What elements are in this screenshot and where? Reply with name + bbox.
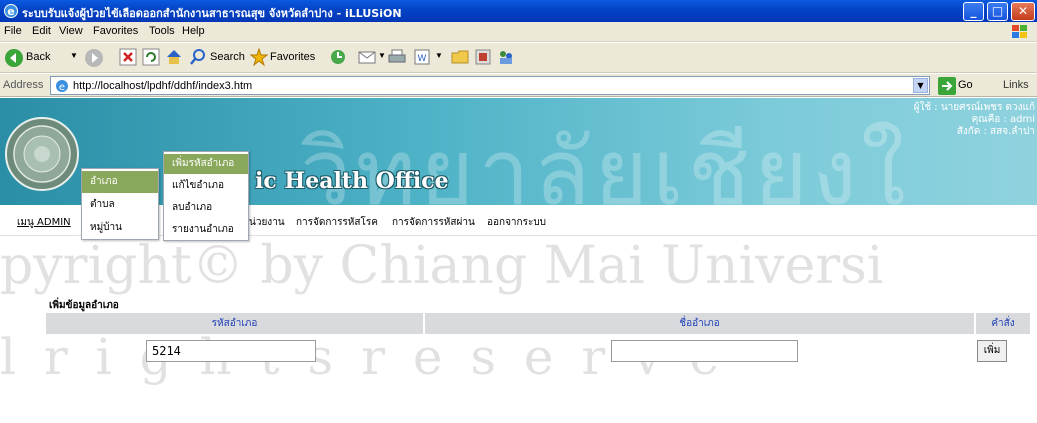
forward-arrow-icon <box>85 49 103 67</box>
edit-button[interactable]: W ▼ <box>413 47 445 69</box>
menu-item-edit-district[interactable]: แก้ไขอำเภอ <box>164 175 248 197</box>
user-department: สังกัด : สสจ.ลำปา <box>956 126 1035 137</box>
search-label: Search <box>210 51 245 63</box>
research-button[interactable] <box>474 47 494 69</box>
go-arrow-icon <box>938 77 956 95</box>
mail-button[interactable]: ▼ <box>358 47 388 69</box>
favorites-label: Favorites <box>270 51 316 63</box>
print-icon <box>388 49 406 63</box>
mail-icon <box>358 51 376 64</box>
maximize-button[interactable]: □ <box>987 2 1008 21</box>
edit-document-icon: W <box>414 49 430 65</box>
back-button[interactable]: Back <box>4 47 64 69</box>
menu-tools[interactable]: Tools <box>149 25 175 37</box>
menu-bar: File Edit View Favorites Tools Help <box>0 22 1037 42</box>
research-icon <box>475 49 491 65</box>
go-label: Go <box>958 79 973 91</box>
district-submenu: เพิ่มรหัสอำเภอ แก้ไขอำเภอ ลบอำเภอ รายงาน… <box>163 151 249 241</box>
minimize-icon: _ <box>970 4 977 18</box>
stop-icon <box>119 48 137 66</box>
close-icon: ✕ <box>1017 4 1029 18</box>
back-label: Back <box>26 51 51 63</box>
minimize-button[interactable]: _ <box>963 2 984 21</box>
address-label: Address <box>3 79 44 91</box>
menu-edit[interactable]: Edit <box>32 25 51 37</box>
links-button[interactable]: Links <box>1003 79 1029 91</box>
header-district-name: ชื่ออำเภอ <box>425 313 975 334</box>
forward-button[interactable] <box>84 47 104 69</box>
refresh-button[interactable] <box>142 47 162 69</box>
window-title-bar: e ระบบรับแจ้งผู้ป่วยไข้เลือดออกสำนักงานส… <box>0 0 1037 22</box>
nav-admin-menu[interactable]: เมนู ADMIN <box>17 215 71 230</box>
nav-item-logout[interactable]: ออกจากระบบ <box>487 215 546 230</box>
nav-item-agency[interactable]: น่วยงาน <box>249 215 285 230</box>
office-title: ic Health Office <box>255 168 449 194</box>
page-icon: e <box>56 80 68 93</box>
history-icon <box>331 50 345 64</box>
print-button[interactable] <box>388 47 408 69</box>
address-url: http://localhost/lpdhf/ddhf/index3.htm <box>73 80 253 92</box>
nav-item-disease-codes[interactable]: การจัดการรหัสโรค <box>296 215 378 230</box>
windows-logo-icon <box>1012 25 1027 38</box>
browser-toolbar: Back ▼ Search Favorites ▼ W ▼ <box>0 43 1037 73</box>
back-arrow-icon <box>5 49 23 67</box>
favorites-button[interactable]: Favorites <box>250 47 322 69</box>
close-button[interactable]: ✕ <box>1011 2 1035 21</box>
messenger-button[interactable] <box>497 47 517 69</box>
add-button[interactable]: เพิ่ม <box>977 340 1007 362</box>
address-dropdown-icon[interactable]: ▼ <box>913 78 928 93</box>
office-seal-logo <box>5 117 79 191</box>
window-title: ระบบรับแจ้งผู้ป่วยไข้เลือดออกสำนักงานสาธ… <box>22 7 402 20</box>
section-title: เพิ่มข้อมูลอำเภอ <box>49 300 119 311</box>
back-dropdown[interactable]: ▼ <box>70 47 78 69</box>
home-icon <box>167 50 181 64</box>
nav-item-passwords[interactable]: การจัดการรหัสผ่าน <box>392 215 475 230</box>
header-district-code: รหัสอำเภอ <box>46 313 424 334</box>
home-button[interactable] <box>165 47 185 69</box>
menu-item-add-district[interactable]: เพิ่มรหัสอำเภอ <box>164 154 248 174</box>
address-bar: Address e http://localhost/lpdhf/ddhf/in… <box>0 74 1037 97</box>
folder-icon <box>451 50 469 64</box>
favorites-star-icon <box>250 48 268 66</box>
stop-button[interactable] <box>119 47 139 69</box>
search-button[interactable]: Search <box>189 47 249 69</box>
refresh-icon <box>142 48 160 66</box>
district-name-input[interactable] <box>611 340 798 362</box>
svg-text:e: e <box>7 5 14 18</box>
user-info: ผู้ใช้ : นายศรณ์เพชร ดวงแก้ คุณคือ : adm… <box>914 102 1035 138</box>
menu-view[interactable]: View <box>59 25 83 37</box>
header-action: คำสั่ง <box>976 313 1031 334</box>
menu-item-delete-district[interactable]: ลบอำเภอ <box>164 197 248 219</box>
menu-file[interactable]: File <box>4 25 22 37</box>
go-button[interactable]: Go <box>938 77 973 95</box>
menu-item-subdistrict[interactable]: ตำบล <box>82 194 158 216</box>
history-button[interactable] <box>329 47 349 69</box>
maximize-icon: □ <box>991 4 1004 18</box>
discuss-button[interactable] <box>451 47 471 69</box>
menu-item-district[interactable]: อำเภอ <box>82 171 158 193</box>
user-role: คุณคือ : admi <box>971 114 1035 125</box>
copyright-watermark: pyright© by Chiang Mai Universi <box>0 236 884 296</box>
internet-explorer-icon: e <box>4 4 18 18</box>
district-code-input[interactable]: 5214 <box>146 340 316 362</box>
search-icon <box>190 49 205 65</box>
menu-favorites[interactable]: Favorites <box>93 25 138 37</box>
district-menu: อำเภอ ตำบล หมู่บ้าน <box>81 168 159 240</box>
address-input[interactable]: e http://localhost/lpdhf/ddhf/index3.htm… <box>50 76 930 95</box>
user-name: ผู้ใช้ : นายศรณ์เพชร ดวงแก้ <box>913 102 1035 113</box>
svg-text:e: e <box>59 82 65 93</box>
district-form-table: รหัสอำเภอ ชื่ออำเภอ คำสั่ง 5214 เพิ่ม <box>46 313 1031 371</box>
messenger-icon <box>500 51 512 64</box>
svg-text:W: W <box>418 54 427 64</box>
menu-help[interactable]: Help <box>182 25 205 37</box>
